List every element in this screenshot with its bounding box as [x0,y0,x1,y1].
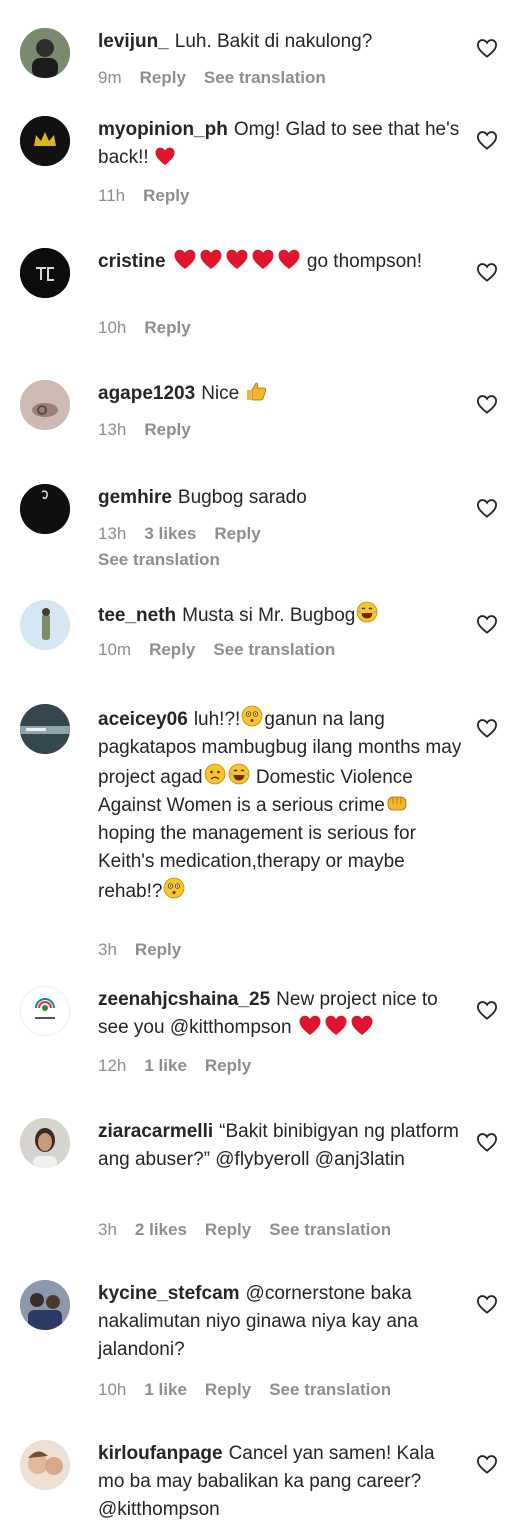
fist-icon [387,796,407,811]
comment-text: go thompson! [306,251,423,272]
laughing-tears-emoji-icon [228,763,249,785]
heart-icon[interactable] [476,394,498,414]
red-heart-icon [276,248,302,270]
see-translation-button[interactable]: See translation [213,640,335,659]
red-heart-icon [154,146,176,166]
reply-button[interactable]: Reply [149,640,195,659]
username[interactable]: kycine_stefcam [98,1283,240,1304]
timestamp: 3h [98,940,117,959]
reply-button[interactable]: Reply [205,1220,251,1239]
like-count[interactable]: 1 like [144,1380,187,1399]
reply-button[interactable]: Reply [205,1380,251,1399]
avatar[interactable] [20,704,70,754]
comment-text: Musta si Mr. Bugbog [182,605,356,626]
reply-button[interactable]: Reply [144,420,190,439]
heart-icon[interactable] [476,130,498,150]
timestamp: 3h [98,1220,117,1239]
sad-emoji-icon [204,763,225,785]
heart-icon[interactable] [476,262,498,282]
laughing-tears-emoji-icon [356,601,378,623]
username[interactable]: kirloufanpage [98,1443,223,1464]
reply-button[interactable]: Reply [140,68,186,87]
reply-button[interactable]: Reply [214,524,260,543]
reply-button[interactable]: Reply [144,318,190,337]
comment-text: Luh. Bakit di nakulong? [174,31,373,52]
comment-text: Nice [201,383,240,404]
red-heart-icon [172,248,198,270]
red-heart-icon [198,248,224,270]
heart-icon[interactable] [476,718,498,738]
heart-icon[interactable] [476,614,498,634]
see-translation-button[interactable]: See translation [98,550,220,570]
timestamp: 13h [98,420,127,439]
like-count[interactable]: 2 likes [135,1220,187,1239]
comment-text: Bugbog sarado [177,487,307,508]
heart-icon[interactable] [476,498,498,518]
see-translation-button[interactable]: See translation [204,68,326,87]
avatar[interactable] [20,600,70,650]
avatar[interactable] [20,986,70,1036]
timestamp: 10h [98,318,127,337]
username[interactable]: tee_neth [98,605,176,626]
username[interactable]: zeenahjcshaina_25 [98,989,270,1010]
like-count[interactable]: 1 like [144,1056,187,1075]
heart-icon[interactable] [476,38,498,58]
thumbs-up-icon [247,382,267,401]
avatar[interactable] [20,248,70,298]
username[interactable]: gemhire [98,487,172,508]
see-translation-button[interactable]: See translation [269,1380,391,1399]
comment-text: luh!?! [193,709,241,730]
username[interactable]: agape1203 [98,383,195,404]
red-heart-icon [224,248,250,270]
red-heart-icon [349,1014,375,1036]
like-count[interactable]: 3 likes [144,524,196,543]
timestamp: 13h [98,524,127,543]
username[interactable]: ziaracarmelli [98,1121,213,1142]
avatar[interactable] [20,1280,70,1330]
timestamp: 10m [98,640,132,659]
reply-button[interactable]: Reply [135,940,181,959]
timestamp: 11h [98,186,126,205]
avatar[interactable] [20,28,70,78]
username[interactable]: myopinion_ph [98,119,228,140]
username[interactable]: cristine [98,251,166,272]
comment-text: hoping the management is serious for Kei… [98,823,416,902]
avatar[interactable] [20,1118,70,1168]
see-translation-button[interactable]: See translation [269,1220,391,1239]
heart-icon[interactable] [476,1000,498,1020]
timestamp: 10h [98,1380,127,1399]
avatar[interactable] [20,116,70,166]
heart-icon[interactable] [476,1454,498,1474]
timestamp: 12h [98,1056,127,1075]
reply-button[interactable]: Reply [143,186,189,205]
username[interactable]: aceicey06 [98,709,188,730]
red-heart-icon [250,248,276,270]
avatar[interactable] [20,380,70,430]
username[interactable]: levijun_ [98,31,169,52]
heart-icon[interactable] [476,1132,498,1152]
reply-button[interactable]: Reply [205,1056,251,1075]
heart-icon[interactable] [476,1294,498,1314]
flushed-emoji-icon [164,877,185,899]
avatar[interactable] [20,484,70,534]
red-heart-icon [323,1014,349,1036]
timestamp: 9m [98,68,122,87]
avatar[interactable] [20,1440,70,1490]
red-heart-icon [297,1014,323,1036]
flushed-emoji-icon [241,705,263,727]
